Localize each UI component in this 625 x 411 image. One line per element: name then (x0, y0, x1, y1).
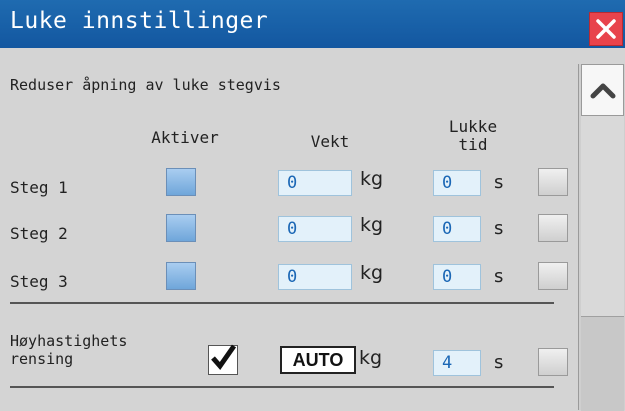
aktiver-checkbox-steg-3[interactable] (166, 262, 196, 290)
aktiver-checkbox-steg-2[interactable] (166, 214, 196, 242)
section-heading: Reduser åpning av luke stegvis (10, 76, 281, 94)
row-label-steg-3: Steg 3 (10, 272, 68, 291)
close-icon (596, 19, 616, 39)
column-aktiver: Aktiver (151, 128, 219, 147)
hoyhastighet-checkbox[interactable] (208, 344, 238, 375)
scroll-up-button[interactable] (581, 64, 624, 116)
tid-input-steg-3[interactable]: 0 (433, 264, 481, 290)
checkmark-icon (211, 344, 237, 371)
steg-3-button[interactable] (538, 262, 568, 290)
hoyhastighet-label-line2: rensing (10, 350, 74, 368)
steg-1-button[interactable] (538, 168, 568, 196)
hoyhastighet-button[interactable] (538, 348, 568, 376)
hoyhastighet-label: Høyhastighets rensing (10, 332, 127, 368)
hoyhastighet-tid-unit: s (494, 352, 504, 373)
aktiver-checkbox-steg-1[interactable] (166, 168, 196, 196)
scroll-track-lower[interactable] (581, 316, 624, 411)
tid-unit-steg-1: s (494, 172, 504, 193)
vekt-unit-steg-2: kg (360, 214, 384, 236)
steg-2-button[interactable] (538, 214, 568, 242)
window-title: Luke innstillinger (10, 8, 269, 34)
hoyhastighet-vekt-unit: kg (359, 347, 383, 369)
chevron-up-icon (590, 83, 615, 99)
vekt-unit-steg-3: kg (360, 262, 384, 284)
close-button[interactable] (589, 12, 623, 46)
vekt-input-steg-1[interactable]: 0 (278, 170, 352, 196)
tid-input-steg-1[interactable]: 0 (433, 170, 481, 196)
scroll-track[interactable] (581, 116, 624, 316)
tid-unit-steg-2: s (494, 218, 504, 239)
row-label-steg-1: Steg 1 (10, 178, 68, 197)
title-bar: Luke innstillinger (0, 0, 625, 48)
divider-bottom (10, 386, 554, 388)
scrollbar[interactable] (578, 64, 625, 411)
vekt-input-steg-3[interactable]: 0 (278, 264, 352, 290)
hoyhastighet-vekt-field[interactable]: AUTO (280, 346, 356, 374)
column-lukke-tid: Lukke tid (438, 118, 508, 154)
hoyhastighet-label-line1: Høyhastighets (10, 332, 128, 350)
column-lukke-tid-line1: Lukke (448, 117, 498, 136)
vekt-unit-steg-1: kg (360, 168, 384, 190)
row-label-steg-2: Steg 2 (10, 224, 68, 243)
column-lukke-tid-line2: tid (458, 135, 488, 154)
hoyhastighet-tid-input[interactable]: 4 (433, 350, 481, 376)
tid-input-steg-2[interactable]: 0 (433, 216, 481, 242)
vekt-input-steg-2[interactable]: 0 (278, 216, 352, 242)
divider-top (10, 302, 554, 304)
tid-unit-steg-3: s (494, 266, 504, 287)
column-vekt: Vekt (310, 132, 350, 151)
